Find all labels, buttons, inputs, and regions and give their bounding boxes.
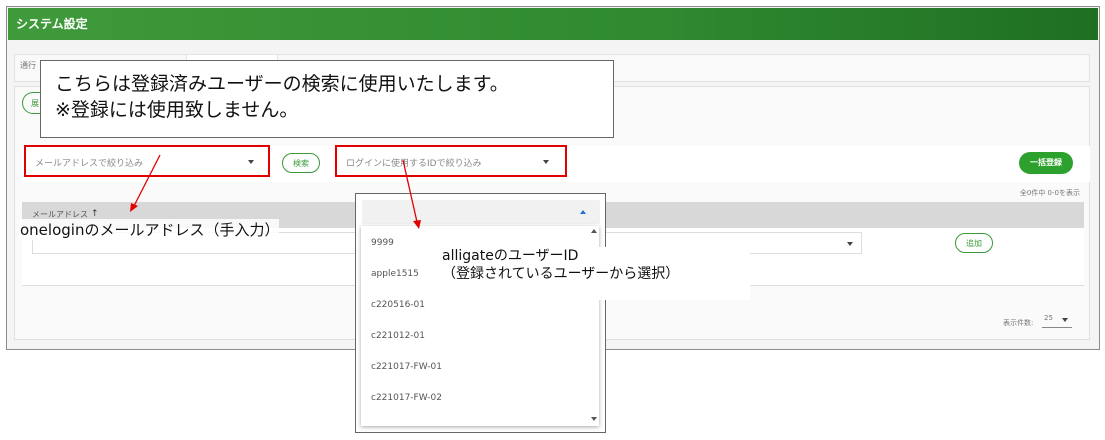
arrow-to-alligate [402, 159, 418, 223]
annotation-arrows [130, 154, 421, 229]
arrowhead-icon [130, 203, 138, 212]
arrowhead-icon [413, 220, 421, 229]
arrow-to-onelogin [133, 154, 161, 207]
